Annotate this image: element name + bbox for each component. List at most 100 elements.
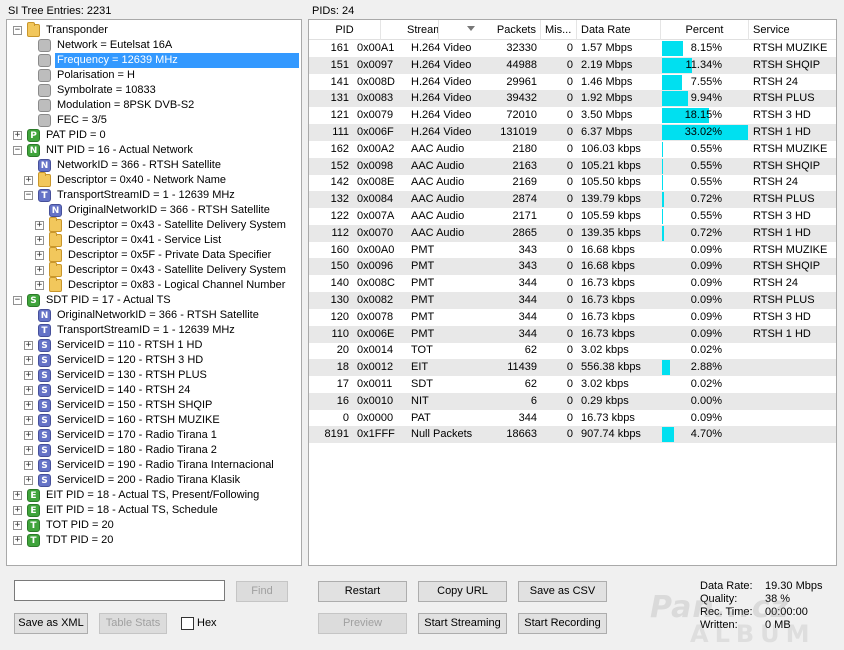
tree-node[interactable]: + T TDT PID = 20 xyxy=(7,533,301,548)
tree-node[interactable]: + Descriptor = 0x5F - Private Data Specif… xyxy=(7,247,301,263)
table-row[interactable]: 160 0x00A0 PMT 343 0 16.68 kbps RTSH MUZIKE 0.0… xyxy=(309,242,836,259)
tree-node[interactable]: + S ServiceID = 190 - Radio Tirana Interna… xyxy=(7,458,301,473)
tree-node[interactable]: + T TOT PID = 20 xyxy=(7,518,301,533)
expand-icon[interactable]: + xyxy=(24,401,33,410)
header-data-rate[interactable]: Data Rate xyxy=(577,20,661,40)
table-row[interactable]: 16 0x0010 NIT 6 0 0.29 kbps 0.00% xyxy=(309,392,836,410)
table-row[interactable]: 17 0x0011 SDT 62 0 3.02 kbps 0.02% xyxy=(309,376,836,393)
table-row[interactable]: 18 0x0012 EIT 11439 0 556.38 kbps 2.88% xyxy=(309,359,836,377)
expand-icon[interactable]: + xyxy=(24,371,33,380)
expand-icon[interactable]: + xyxy=(35,266,44,275)
start-streaming-button[interactable]: Start Streaming xyxy=(418,613,507,634)
start-recording-button[interactable]: Start Recording xyxy=(518,613,607,634)
table-row[interactable]: 132 0x0084 AAC Audio 2874 0 139.79 kbps RTSH P… xyxy=(309,191,836,209)
tree-node[interactable]: + S ServiceID = 180 - Radio Tirana 2 xyxy=(7,443,301,458)
table-row[interactable]: 151 0x0097 H.264 Video 44988 0 2.19 Mbps RTSH … xyxy=(309,56,836,74)
tree-node[interactable]: + Descriptor = 0x43 - Satellite Delivery … xyxy=(7,217,301,233)
save-csv-button[interactable]: Save as CSV xyxy=(518,581,607,602)
table-row[interactable]: 8191 0x1FFF Null Packets 18663 0 907.74 kbps 4… xyxy=(309,426,836,444)
collapse-icon[interactable]: − xyxy=(13,296,22,305)
table-row[interactable]: 111 0x006F H.264 Video 131019 0 6.37 Mbps RTSH… xyxy=(309,124,836,141)
tree-node[interactable]: + S ServiceID = 140 - RTSH 24 xyxy=(7,383,301,398)
table-row[interactable]: 162 0x00A2 AAC Audio 2180 0 106.03 kbps RTSH M… xyxy=(309,141,836,158)
collapse-icon[interactable]: − xyxy=(13,146,22,155)
header-pid[interactable]: PID xyxy=(309,20,381,40)
expand-icon[interactable]: + xyxy=(35,281,44,290)
tree-node[interactable]: Frequency = 12639 MHz xyxy=(7,53,301,68)
table-row[interactable]: 0 0x0000 PAT 344 0 16.73 kbps 0.09% xyxy=(309,410,836,427)
tree-node[interactable]: − T TransportStreamID = 1 - 12639 MHz xyxy=(7,188,301,203)
tree-node[interactable]: N OriginalNetworkID = 366 - RTSH Satellit… xyxy=(7,203,301,218)
find-button[interactable]: Find xyxy=(236,581,288,602)
pid-table[interactable]: PID Stream ... Packets Mis... Data Rate … xyxy=(308,19,837,566)
expand-icon[interactable]: + xyxy=(24,461,33,470)
table-row[interactable]: 20 0x0014 TOT 62 0 3.02 kbps 0.02% xyxy=(309,342,836,359)
tree-node[interactable]: FEC = 3/5 xyxy=(7,113,301,128)
tree-node[interactable]: N NetworkID = 366 - RTSH Satellite xyxy=(7,158,301,173)
preview-button[interactable]: Preview xyxy=(318,613,407,634)
tree-node[interactable]: + Descriptor = 0x83 - Logical Channel Num… xyxy=(7,277,301,293)
tree-node[interactable]: + S ServiceID = 120 - RTSH 3 HD xyxy=(7,353,301,368)
expand-icon[interactable]: + xyxy=(13,506,22,515)
table-row[interactable]: 110 0x006E PMT 344 0 16.73 kbps RTSH 1 HD 0.09% xyxy=(309,325,836,343)
tree-node[interactable]: Modulation = 8PSK DVB-S2 xyxy=(7,98,301,113)
table-row[interactable]: 141 0x008D H.264 Video 29961 0 1.46 Mbps RTSH … xyxy=(309,74,836,91)
collapse-icon[interactable]: − xyxy=(24,191,33,200)
header-service[interactable]: Service xyxy=(749,20,836,40)
copy-url-button[interactable]: Copy URL xyxy=(418,581,507,602)
tree-node[interactable]: + Descriptor = 0x43 - Satellite Delivery … xyxy=(7,262,301,278)
expand-icon[interactable]: + xyxy=(24,431,33,440)
expand-icon[interactable]: + xyxy=(35,251,44,260)
tree-node[interactable]: N OriginalNetworkID = 366 - RTSH Satellit… xyxy=(7,308,301,323)
expand-icon[interactable]: + xyxy=(13,536,22,545)
table-row[interactable]: 121 0x0079 H.264 Video 72010 0 3.50 Mbps RTSH … xyxy=(309,107,836,124)
tree-node[interactable]: − Transponder xyxy=(7,22,301,38)
table-row[interactable]: 122 0x007A AAC Audio 2171 0 105.59 kbps RTSH 3… xyxy=(309,208,836,225)
table-stats-button[interactable]: Table Stats xyxy=(99,613,167,634)
expand-icon[interactable]: + xyxy=(24,446,33,455)
tree-node[interactable]: + S ServiceID = 200 - Radio Tirana Klasik xyxy=(7,473,301,488)
tree-node[interactable]: T TransportStreamID = 1 - 12639 MHz xyxy=(7,323,301,338)
header-packets[interactable]: Packets xyxy=(479,20,541,40)
tree-node[interactable]: + S ServiceID = 130 - RTSH PLUS xyxy=(7,368,301,383)
tree-node[interactable]: + S ServiceID = 170 - Radio Tirana 1 xyxy=(7,428,301,443)
save-xml-button[interactable]: Save as XML xyxy=(14,613,88,634)
tree-node[interactable]: Symbolrate = 10833 xyxy=(7,83,301,98)
table-row[interactable]: 161 0x00A1 H.264 Video 32330 0 1.57 Mbps RTSH … xyxy=(309,40,836,57)
tree-node[interactable]: + P PAT PID = 0 xyxy=(7,128,301,143)
header-percent[interactable]: Percent xyxy=(661,20,749,40)
header-missing[interactable]: Mis... xyxy=(541,20,577,40)
table-row[interactable]: 120 0x0078 PMT 344 0 16.73 kbps RTSH 3 HD 0.09% xyxy=(309,309,836,326)
table-row[interactable]: 140 0x008C PMT 344 0 16.73 kbps RTSH 24 0.09% xyxy=(309,275,836,292)
expand-icon[interactable]: + xyxy=(13,491,22,500)
table-row[interactable]: 112 0x0070 AAC Audio 2865 0 139.35 kbps RTSH 1… xyxy=(309,224,836,242)
restart-button[interactable]: Restart xyxy=(318,581,407,602)
expand-icon[interactable]: + xyxy=(24,176,33,185)
tree-node[interactable]: − N NIT PID = 16 - Actual Network xyxy=(7,143,301,158)
tree-node[interactable]: + E EIT PID = 18 - Actual TS, Schedule xyxy=(7,503,301,518)
tree-node[interactable]: + Descriptor = 0x40 - Network Name xyxy=(7,172,301,188)
table-row[interactable]: 130 0x0082 PMT 344 0 16.73 kbps RTSH PLUS 0.09% xyxy=(309,292,836,309)
header-stream[interactable]: Stream ... xyxy=(381,20,439,40)
tree-node[interactable]: + S ServiceID = 160 - RTSH MUZIKE xyxy=(7,413,301,428)
table-row[interactable]: 150 0x0096 PMT 343 0 16.68 kbps RTSH SHQIP 0.09… xyxy=(309,258,836,276)
collapse-icon[interactable]: − xyxy=(13,26,22,35)
tree-node[interactable]: Polarisation = H xyxy=(7,68,301,83)
expand-icon[interactable]: + xyxy=(13,521,22,530)
table-row[interactable]: 131 0x0083 H.264 Video 39432 0 1.92 Mbps RTSH … xyxy=(309,90,836,108)
expand-icon[interactable]: + xyxy=(13,131,22,140)
search-input[interactable] xyxy=(14,580,225,601)
tree-node[interactable]: − S SDT PID = 17 - Actual TS xyxy=(7,293,301,308)
hex-checkbox[interactable] xyxy=(181,617,194,630)
si-tree[interactable]: − Transponder Network = Eutelsat 16A Freque… xyxy=(6,19,302,566)
table-row[interactable]: 152 0x0098 AAC Audio 2163 0 105.21 kbps RTSH S… xyxy=(309,157,836,175)
table-row[interactable]: 142 0x008E AAC Audio 2169 0 105.50 kbps RTSH 2… xyxy=(309,174,836,191)
tree-node[interactable]: + Descriptor = 0x41 - Service List xyxy=(7,232,301,248)
tree-node[interactable]: + E EIT PID = 18 - Actual TS, Present/Foll… xyxy=(7,488,301,503)
tree-node[interactable]: + S ServiceID = 150 - RTSH SHQIP xyxy=(7,398,301,413)
expand-icon[interactable]: + xyxy=(24,386,33,395)
tree-node[interactable]: + S ServiceID = 110 - RTSH 1 HD xyxy=(7,338,301,353)
expand-icon[interactable]: + xyxy=(24,341,33,350)
expand-icon[interactable]: + xyxy=(35,221,44,230)
expand-icon[interactable]: + xyxy=(24,416,33,425)
